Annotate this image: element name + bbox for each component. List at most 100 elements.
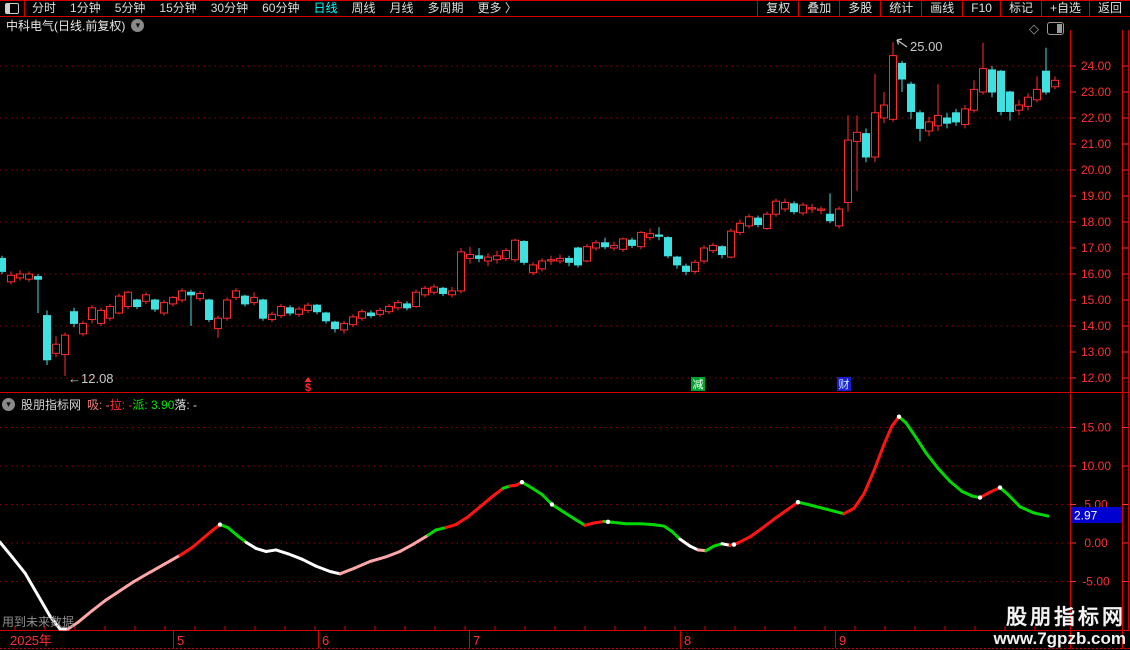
candle: [727, 228, 735, 259]
candle-body: [7, 274, 15, 283]
candle-body: [376, 309, 384, 315]
candle: [331, 320, 339, 333]
candle-body: [511, 239, 519, 261]
candle-body: [691, 261, 699, 272]
candle: [385, 303, 393, 315]
indicator-segment: [882, 424, 894, 446]
indicator-segment: [10, 555, 27, 575]
indicator-segment: [23, 571, 40, 597]
candle-body: [466, 254, 474, 259]
indicator-segment: [368, 555, 388, 563]
candle: [520, 240, 528, 265]
event-badge-label: 减: [693, 378, 704, 391]
indicator-segment: [936, 466, 952, 483]
value-label: 10.00: [1081, 459, 1111, 473]
indicator-source-label: 股朋指标网: [21, 397, 82, 412]
candle-body: [430, 286, 438, 293]
candle-body: [142, 294, 150, 302]
indicator-segment: [163, 553, 182, 566]
candle: [853, 115, 861, 191]
candle: [1006, 90, 1014, 121]
indicator-segment: [1006, 492, 1022, 509]
indicator-segment: [650, 523, 666, 528]
candle: [754, 215, 762, 228]
indicator-segment: [872, 442, 886, 473]
candle-body: [745, 216, 753, 227]
candle-body: [133, 299, 141, 307]
candle-body: [304, 304, 312, 311]
indicator-segment: [254, 546, 268, 553]
candle: [286, 305, 294, 316]
future-data-note: 用到未来数据: [2, 615, 75, 629]
turn-dot: [977, 495, 983, 500]
candle: [745, 214, 753, 229]
candle: [772, 198, 780, 217]
trading-app-window: 分时 1分钟 5分钟 15分钟 30分钟 60分钟 日线 周线 月线 多周期 更多 〉 复权 叠加 多股…: [0, 0, 1130, 650]
candle-body: [367, 312, 375, 317]
indicator-segment: [784, 500, 800, 513]
indicator-segment: [862, 469, 876, 496]
candle-body: [664, 237, 672, 257]
candle: [925, 116, 933, 137]
candle: [826, 193, 834, 224]
candle-body: [610, 244, 618, 249]
indicator-segment: [960, 489, 974, 498]
candle-body: [808, 207, 816, 210]
candle-body: [556, 257, 564, 262]
candle: [655, 227, 663, 241]
candle: [610, 241, 618, 251]
candle-body: [970, 88, 978, 111]
candle: [106, 303, 114, 321]
indicator-segment: [490, 486, 505, 499]
candle: [466, 246, 474, 264]
candle-body: [754, 217, 762, 226]
candle-body: [547, 259, 555, 262]
candle: [709, 242, 717, 254]
indicator-segment: [1032, 511, 1050, 518]
candle: [799, 202, 807, 216]
candle-body: [34, 276, 42, 280]
candle: [691, 259, 699, 274]
candle: [1015, 99, 1023, 116]
month-label: 6: [322, 633, 329, 648]
candle-body: [475, 255, 483, 259]
candle: [907, 81, 915, 120]
candle-body: [187, 291, 195, 296]
candle: [556, 254, 564, 264]
candle: [160, 300, 168, 316]
candle: [304, 302, 312, 313]
indicator-segment: [904, 421, 918, 440]
month-label: 9: [839, 633, 846, 648]
candle: [232, 288, 240, 300]
indicator-segment: [454, 515, 470, 527]
price-label: 12.00: [1081, 371, 1111, 385]
candle: [538, 258, 546, 272]
candle-body: [889, 55, 897, 120]
candle-body: [907, 83, 915, 112]
candle: [817, 206, 825, 215]
candle: [979, 42, 987, 95]
year-label: 2025年: [10, 633, 52, 648]
candle-body: [925, 121, 933, 132]
chart-canvas: 24.00 23.00 22.00 21.00 20.00 19.00 18.00 17.00…: [0, 30, 1130, 649]
candle-body: [583, 246, 591, 262]
candle: [250, 292, 258, 306]
candle-body: [412, 291, 420, 308]
candle-body: [0, 257, 6, 272]
indicator-collapse-icon[interactable]: ▾: [2, 397, 15, 411]
candle: [448, 287, 456, 298]
candle-body: [799, 204, 807, 214]
candle-body: [106, 306, 114, 319]
candle: [70, 307, 78, 328]
candle-body: [628, 239, 636, 246]
indicator-segment: [562, 510, 578, 522]
candle-body: [484, 256, 492, 262]
candle-body: [601, 242, 609, 248]
candle: [133, 298, 141, 310]
candle: [664, 236, 672, 259]
indicator-segment: [286, 552, 304, 561]
candle-body: [952, 112, 960, 123]
candle: [25, 271, 33, 282]
candle-body: [961, 108, 969, 126]
candle: [988, 66, 996, 98]
